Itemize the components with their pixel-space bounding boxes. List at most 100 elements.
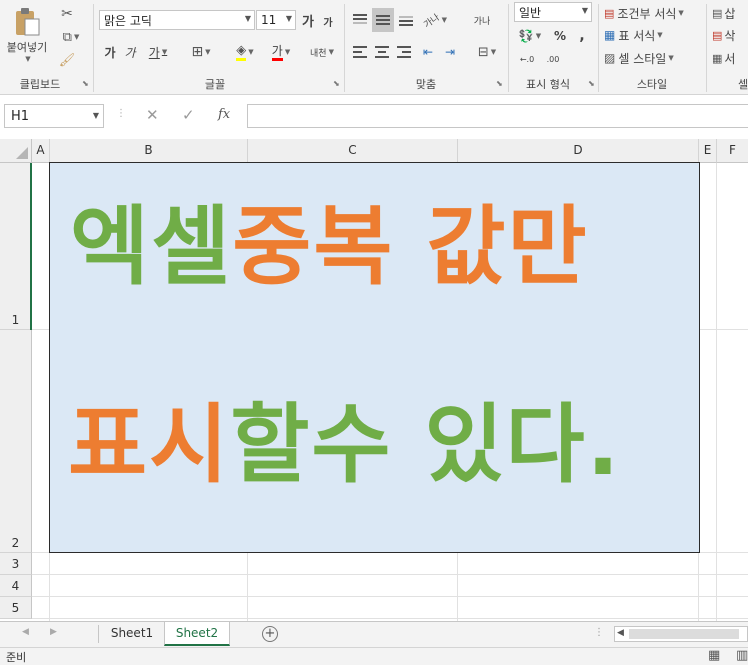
scroll-left-arrow-icon[interactable]: ◀ [617, 628, 624, 638]
increase-indent-button[interactable]: ⇥ [440, 42, 460, 62]
worksheet-grid[interactable]: A B C D E F 1 2 3 4 5 엑셀중복 값만 표시할수 있다. [0, 139, 748, 621]
formula-input[interactable] [247, 104, 748, 128]
column-header-c[interactable]: C [248, 139, 458, 163]
bold-button[interactable]: 가 [101, 42, 119, 62]
cut-button[interactable]: ✂ [56, 4, 78, 24]
font-size-combo[interactable]: 11 ▼ [256, 10, 296, 30]
dialog-launcher-icon[interactable]: ⬊ [496, 79, 503, 88]
align-left-button[interactable] [350, 42, 370, 62]
dialog-launcher-icon[interactable]: ⬊ [588, 79, 595, 88]
delete-cells-button[interactable]: ▤ 삭 [712, 26, 748, 44]
chevron-down-icon: ▼ [328, 48, 334, 56]
select-all-button[interactable] [0, 139, 32, 163]
delete-cells-icon: ▤ [712, 28, 723, 42]
format-as-table-label: 표 서식 [618, 28, 656, 43]
column-header-a[interactable]: A [32, 139, 50, 163]
align-top-button[interactable] [350, 10, 370, 30]
align-bottom-button[interactable] [396, 10, 416, 30]
align-left-icon [353, 46, 367, 58]
active-cell-indicator [30, 163, 32, 330]
increase-indent-icon: ⇥ [444, 45, 456, 59]
format-cells-icon: ▦ [712, 51, 723, 65]
scroll-left-icon[interactable]: ◀ [22, 627, 29, 637]
group-divider [598, 4, 599, 92]
comma-button[interactable]: , [572, 27, 592, 45]
font-size-value: 11 [261, 13, 277, 27]
number-format-combo[interactable]: 일반 ▼ [514, 2, 592, 22]
borders-button[interactable]: ⊞ ▼ [184, 42, 218, 62]
name-box-value: H1 [11, 109, 30, 124]
tab-sheet2[interactable]: Sheet2 [164, 622, 230, 646]
page-layout-view-icon[interactable]: ▥ [736, 648, 748, 663]
italic-label: 가 [124, 45, 136, 60]
chevron-down-icon: ▼ [285, 14, 292, 23]
name-box[interactable]: H1 ▼ [4, 104, 104, 128]
column-header-f[interactable]: F [717, 139, 748, 163]
align-right-button[interactable] [394, 42, 414, 62]
row-header-3[interactable]: 3 [0, 553, 32, 575]
row-header-4[interactable]: 4 [0, 575, 32, 597]
grow-font-label: 가 [302, 14, 314, 30]
align-center-button[interactable] [372, 42, 392, 62]
column-header-b[interactable]: B [50, 139, 248, 163]
bold-label: 가 [104, 45, 116, 60]
increase-decimal-button[interactable]: ←.0 [514, 50, 540, 68]
format-cells-button[interactable]: ▦ 서 [712, 49, 748, 67]
splitter-dots-icon[interactable]: ⋮ [594, 627, 604, 638]
text-box-shape[interactable]: 엑셀중복 값만 표시할수 있다. [49, 162, 700, 553]
dialog-launcher-icon[interactable]: ⬊ [333, 79, 340, 88]
wrap-text-label: 가나 [473, 16, 491, 27]
fill-color-button[interactable]: ◈ ▼ [228, 42, 262, 62]
copy-button[interactable]: ⧉ ▼ [56, 27, 86, 47]
underline-button[interactable]: 가 ▼ [141, 42, 175, 62]
grow-font-button[interactable]: 가 [300, 10, 316, 30]
wrap-text-button[interactable]: 가나 [470, 10, 494, 30]
splitter-dots-icon[interactable]: ⋮ [116, 108, 126, 119]
dialog-launcher-icon[interactable]: ⬊ [82, 79, 89, 88]
conditional-format-button[interactable]: ▤ 조건부 서식 ▼ [604, 4, 702, 22]
scrollbar-thumb[interactable] [629, 629, 739, 639]
shrink-font-button[interactable]: 가 [320, 12, 336, 30]
insert-function-button[interactable]: fx [218, 107, 230, 122]
ribbon: 붙여넣기 ▼ ✂ ⧉ ▼ 🖌 클립보드 ⬊ 맑은 고딕 ▼ 11 ▼ 가 가 가 … [0, 0, 748, 95]
column-header-d[interactable]: D [458, 139, 699, 163]
format-painter-button[interactable]: 🖌 [56, 50, 78, 70]
column-header-e[interactable]: E [699, 139, 717, 163]
comma-label: , [579, 28, 585, 44]
delete-cells-label: 삭 [724, 28, 736, 43]
cancel-icon[interactable]: ✕ [146, 106, 159, 124]
phonetic-button[interactable]: 내천 ▼ [305, 42, 339, 62]
orientation-button[interactable]: 가나 ▼ [420, 10, 450, 30]
align-middle-button[interactable] [372, 8, 394, 32]
decrease-indent-button[interactable]: ⇤ [418, 42, 438, 62]
font-color-label: 가 [271, 44, 283, 61]
italic-button[interactable]: 가 [121, 42, 139, 62]
decrease-decimal-button[interactable]: .00 [540, 50, 566, 68]
decrease-indent-icon: ⇤ [422, 45, 434, 59]
tab-sheet1[interactable]: Sheet1 [100, 622, 164, 646]
row-header-1[interactable]: 1 [0, 163, 32, 330]
copy-icon: ⧉ [62, 29, 72, 45]
normal-view-icon[interactable]: ▦ [708, 648, 720, 663]
chevron-down-icon: ▼ [490, 48, 497, 56]
paste-button[interactable]: 붙여넣기 ▼ [4, 4, 50, 66]
cells-group-label: 셀 [738, 78, 748, 91]
accounting-button[interactable]: 💱 ▼ [514, 27, 546, 45]
row-header-2[interactable]: 2 [0, 330, 32, 553]
plus-icon: + [264, 626, 276, 641]
scroll-right-icon[interactable]: ▶ [50, 627, 57, 637]
font-color-button[interactable]: 가 ▼ [264, 42, 298, 62]
enter-icon[interactable]: ✓ [182, 106, 195, 124]
cell-styles-button[interactable]: ▨ 셀 스타일 ▼ [604, 49, 688, 67]
format-cells-label: 서 [724, 51, 736, 66]
format-as-table-button[interactable]: ▦ 표 서식 ▼ [604, 26, 684, 44]
horizontal-scrollbar[interactable]: ◀ [614, 626, 748, 642]
percent-button[interactable]: % [550, 27, 570, 45]
font-name-combo[interactable]: 맑은 고딕 ▼ [99, 10, 255, 30]
insert-cells-button[interactable]: ▤ 삽 [712, 4, 748, 22]
row-header-5[interactable]: 5 [0, 597, 32, 619]
font-group-label: 글꼴 [204, 78, 226, 91]
merge-center-button[interactable]: ⊟ ▼ [470, 42, 504, 62]
chevron-down-icon: ▼ [678, 9, 684, 17]
new-sheet-button[interactable]: + [262, 626, 278, 642]
